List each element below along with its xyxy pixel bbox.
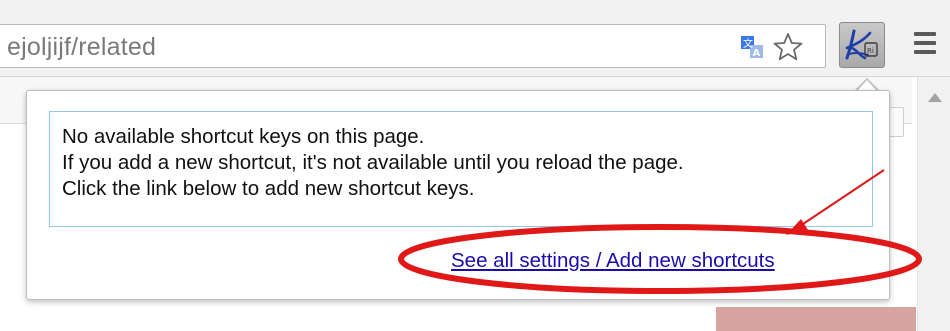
svg-text:A: A	[753, 48, 761, 59]
svg-text:Ri: Ri	[867, 47, 874, 55]
popup-message-box: No available shortcut keys on this page.…	[49, 111, 873, 227]
shortcut-popup: No available shortcut keys on this page.…	[26, 90, 890, 300]
see-all-settings-link[interactable]: See all settings / Add new shortcuts	[451, 249, 775, 273]
browser-toolbar: ejoljijf/related 文 A Ri	[0, 18, 950, 77]
popup-message-line: No available shortcut keys on this page.	[62, 125, 425, 148]
shortcut-extension-button[interactable]: Ri	[839, 22, 885, 68]
vertical-scrollbar[interactable]	[917, 77, 950, 331]
scroll-up-arrow-icon[interactable]	[928, 93, 942, 102]
shortcut-extension-icon: Ri	[845, 29, 878, 60]
tab-strip	[0, 0, 950, 18]
svg-text:文: 文	[743, 37, 753, 50]
address-bar-url[interactable]: ejoljijf/related	[7, 33, 156, 62]
browser-window: ejoljijf/related 文 A Ri No available sho…	[0, 0, 950, 331]
hamburger-menu-icon[interactable]	[914, 32, 938, 54]
popup-message-line: If you add a new shortcut, it's not avai…	[62, 151, 684, 174]
address-bar[interactable]: ejoljijf/related 文 A	[0, 24, 826, 68]
translate-icon[interactable]: 文 A	[740, 35, 764, 59]
popup-message-line: Click the link below to add new shortcut…	[62, 177, 475, 200]
page-image-fragment	[716, 307, 916, 331]
bookmark-star-icon[interactable]	[773, 32, 803, 62]
